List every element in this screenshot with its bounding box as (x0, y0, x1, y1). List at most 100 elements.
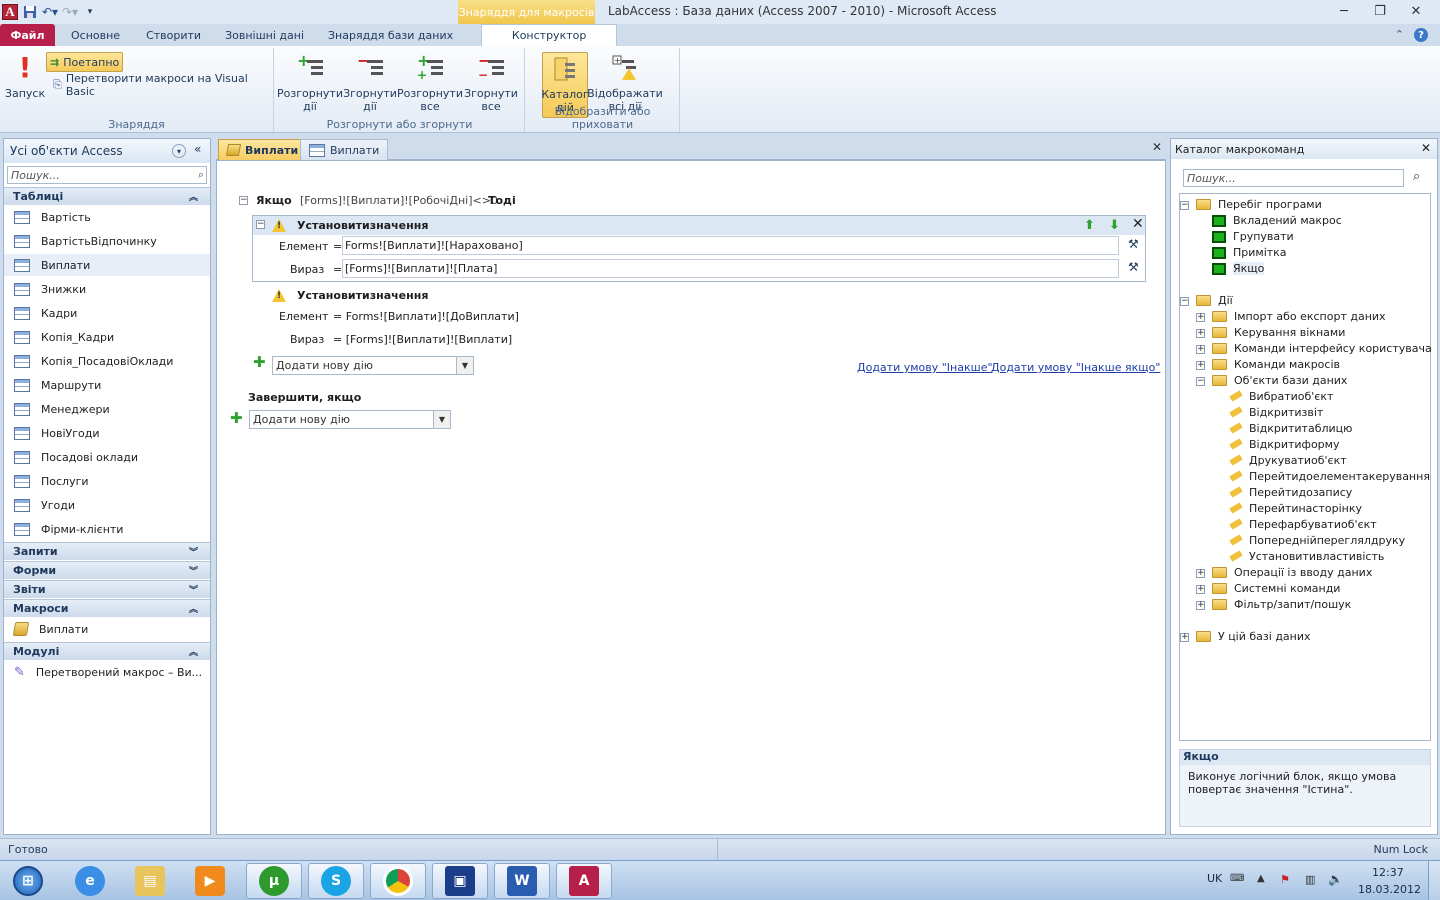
catalog-folder[interactable]: Системні команди (1212, 582, 1340, 595)
restore-button[interactable]: ❐ (1362, 0, 1398, 22)
catalog-action-item[interactable]: Вибратиоб'єкт (1228, 390, 1333, 403)
minimize-ribbon-icon[interactable]: ⌃ (1395, 28, 1404, 42)
minimize-button[interactable]: ─ (1326, 0, 1362, 22)
catalog-action-item[interactable]: Перейтидозапису (1228, 486, 1352, 499)
catalog-folder[interactable]: Керування вікнами (1212, 326, 1345, 339)
nav-item-table[interactable]: ВартістьВідпочинку (4, 230, 210, 252)
nav-category-modules[interactable]: Модулі ︽ (4, 642, 210, 660)
show-hidden-icons-icon[interactable]: ▲ (1257, 873, 1265, 884)
single-step-button[interactable]: ⇉ Поетапно (46, 52, 124, 72)
run-button[interactable]: ! Запуск (0, 52, 50, 101)
access-app-icon[interactable]: A (2, 4, 18, 20)
show-desktop-button[interactable] (1428, 861, 1440, 900)
nav-category-tables[interactable]: Таблиці ︽ (4, 187, 210, 205)
tree-toggle[interactable]: + (1196, 345, 1205, 354)
tree-toggle[interactable]: − (1180, 201, 1189, 210)
nav-item-module[interactable]: ✎ Перетворений макрос – Ви... (4, 661, 210, 683)
nav-pane-header[interactable]: Усі об'єкти Access ▾ « (4, 139, 210, 163)
tree-toggle[interactable]: + (1196, 329, 1205, 338)
catalog-folder[interactable]: Імпорт або експорт даних (1212, 310, 1386, 323)
expand-all-button[interactable]: + + Розгорнути все (397, 52, 463, 113)
taskbar-word[interactable]: W (494, 863, 550, 899)
catalog-flow-item[interactable]: Якщо (1212, 262, 1265, 275)
nav-item-table[interactable]: Угоди (4, 494, 210, 516)
search-icon[interactable]: ⌕ (1413, 169, 1420, 184)
builder-icon[interactable]: ⚒ (1128, 237, 1139, 251)
taskbar-ie[interactable]: e (62, 863, 118, 899)
nav-item-table[interactable]: Фірми-клієнти (4, 518, 210, 540)
tab-external-data[interactable]: Зовнішні дані (213, 24, 316, 46)
delete-action-icon[interactable]: ✕ (1132, 216, 1144, 232)
catalog-action-item[interactable]: Відкрититаблицю (1228, 422, 1352, 435)
catalog-action-item[interactable]: Перейтинасторінку (1228, 502, 1362, 515)
tree-toggle[interactable]: + (1196, 569, 1205, 578)
show-all-actions-button[interactable]: + Відображати всі дії (587, 52, 663, 113)
move-down-icon[interactable]: ⬇ (1109, 218, 1120, 233)
action-name[interactable]: Установитизначення (297, 289, 428, 302)
nav-item-table[interactable]: Копія_Кадри (4, 326, 210, 348)
taskbar-access[interactable]: A (556, 863, 612, 899)
keyboard-icon[interactable]: ⌨ (1230, 873, 1244, 884)
clock-date[interactable]: 18.03.2012 (1358, 883, 1421, 896)
nav-item-table[interactable]: Кадри (4, 302, 210, 324)
nav-item-table[interactable]: Копія_ПосадовіОклади (4, 350, 210, 372)
element-value[interactable]: = Forms![Виплати]![ДоВиплати] (333, 310, 519, 323)
taskbar-utorrent[interactable]: µ (246, 863, 302, 899)
catalog-folder[interactable]: Об'єкти бази даних (1212, 374, 1347, 387)
add-else-link[interactable]: Додати умову "Інакше" (857, 361, 993, 374)
tree-toggle[interactable]: + (1196, 585, 1205, 594)
catalog-flow-item[interactable]: Групувати (1212, 230, 1294, 243)
nav-category-forms[interactable]: Форми ︾ (4, 561, 210, 579)
taskbar-skype[interactable]: S (308, 863, 364, 899)
expand-actions-button[interactable]: + Розгорнути дії (277, 52, 343, 113)
nav-item-table[interactable]: Знижки (4, 278, 210, 300)
nav-item-table[interactable]: Посадові оклади (4, 446, 210, 468)
doc-tab-table[interactable]: Виплати (300, 139, 389, 160)
collapse-action-toggle[interactable]: − (256, 220, 265, 229)
catalog-action-item[interactable]: Друкуватиоб'єкт (1228, 454, 1347, 467)
nav-category-macros[interactable]: Макроси ︽ (4, 599, 210, 617)
tab-database-tools[interactable]: Знаряддя бази даних (316, 24, 465, 46)
catalog-folder[interactable]: У цій базі даних (1196, 630, 1311, 643)
taskbar-save-app[interactable]: ▣ (432, 863, 488, 899)
nav-item-table[interactable]: НовіУгоди (4, 422, 210, 444)
nav-collapse-icon[interactable]: « (194, 142, 201, 156)
catalog-folder[interactable]: Операції із вводу даних (1212, 566, 1372, 579)
catalog-folder[interactable]: Дії (1196, 294, 1233, 307)
nav-item-table[interactable]: Вартість (4, 206, 210, 228)
close-catalog-icon[interactable]: ✕ (1421, 141, 1431, 155)
nav-search-input[interactable]: Пошук... ⌕ (7, 166, 207, 184)
catalog-flow-item[interactable]: Примітка (1212, 246, 1287, 259)
nav-item-macro[interactable]: Виплати (4, 618, 210, 640)
doc-tab-macro[interactable]: Виплати (218, 139, 308, 160)
catalog-action-item[interactable]: Перефарбуватиоб'єкт (1228, 518, 1377, 531)
close-button[interactable]: ✕ (1398, 0, 1434, 22)
collapse-all-button[interactable]: − − Згорнути все (461, 52, 521, 113)
add-action-combo[interactable]: Додати нову дію ▼ (272, 356, 474, 375)
dropdown-arrow-icon[interactable]: ▼ (456, 357, 473, 374)
catalog-folder[interactable]: Команди макросів (1212, 358, 1340, 371)
collapse-actions-button[interactable]: − Згорнути дії (340, 52, 400, 113)
catalog-folder[interactable]: Перебіг програми (1196, 198, 1322, 211)
add-action-combo-bottom[interactable]: Додати нову дію ▼ (249, 410, 451, 429)
catalog-search-input[interactable]: Пошук... (1183, 169, 1404, 187)
add-else-if-link[interactable]: Додати умову "Інакше якщо" (991, 361, 1160, 374)
catalog-action-item[interactable]: Відкритиформу (1228, 438, 1339, 451)
clock-time[interactable]: 12:37 (1372, 866, 1404, 879)
redo-icon[interactable]: ↷▾ (62, 4, 78, 20)
tab-file[interactable]: Файл (0, 24, 55, 46)
move-up-icon[interactable]: ⬆ (1084, 218, 1095, 233)
network-icon[interactable]: ▥ (1305, 873, 1315, 886)
start-button[interactable]: ⊞ (2, 863, 54, 899)
tab-create[interactable]: Створити (134, 24, 213, 46)
element-field[interactable]: Forms![Виплати]![Нараховано] (342, 236, 1119, 255)
tab-design[interactable]: Конструктор (481, 24, 618, 46)
nav-item-table[interactable]: Послуги (4, 470, 210, 492)
catalog-flow-item[interactable]: Вкладений макрос (1212, 214, 1342, 227)
catalog-folder[interactable]: Фільтр/запит/пошук (1212, 598, 1351, 611)
tree-toggle[interactable]: + (1180, 633, 1189, 642)
close-document-icon[interactable]: ✕ (1152, 140, 1162, 154)
nav-category-reports[interactable]: Звіти ︾ (4, 580, 210, 598)
help-icon[interactable]: ? (1414, 28, 1428, 42)
catalog-action-item[interactable]: Перейтидоелементакерування (1228, 470, 1430, 483)
